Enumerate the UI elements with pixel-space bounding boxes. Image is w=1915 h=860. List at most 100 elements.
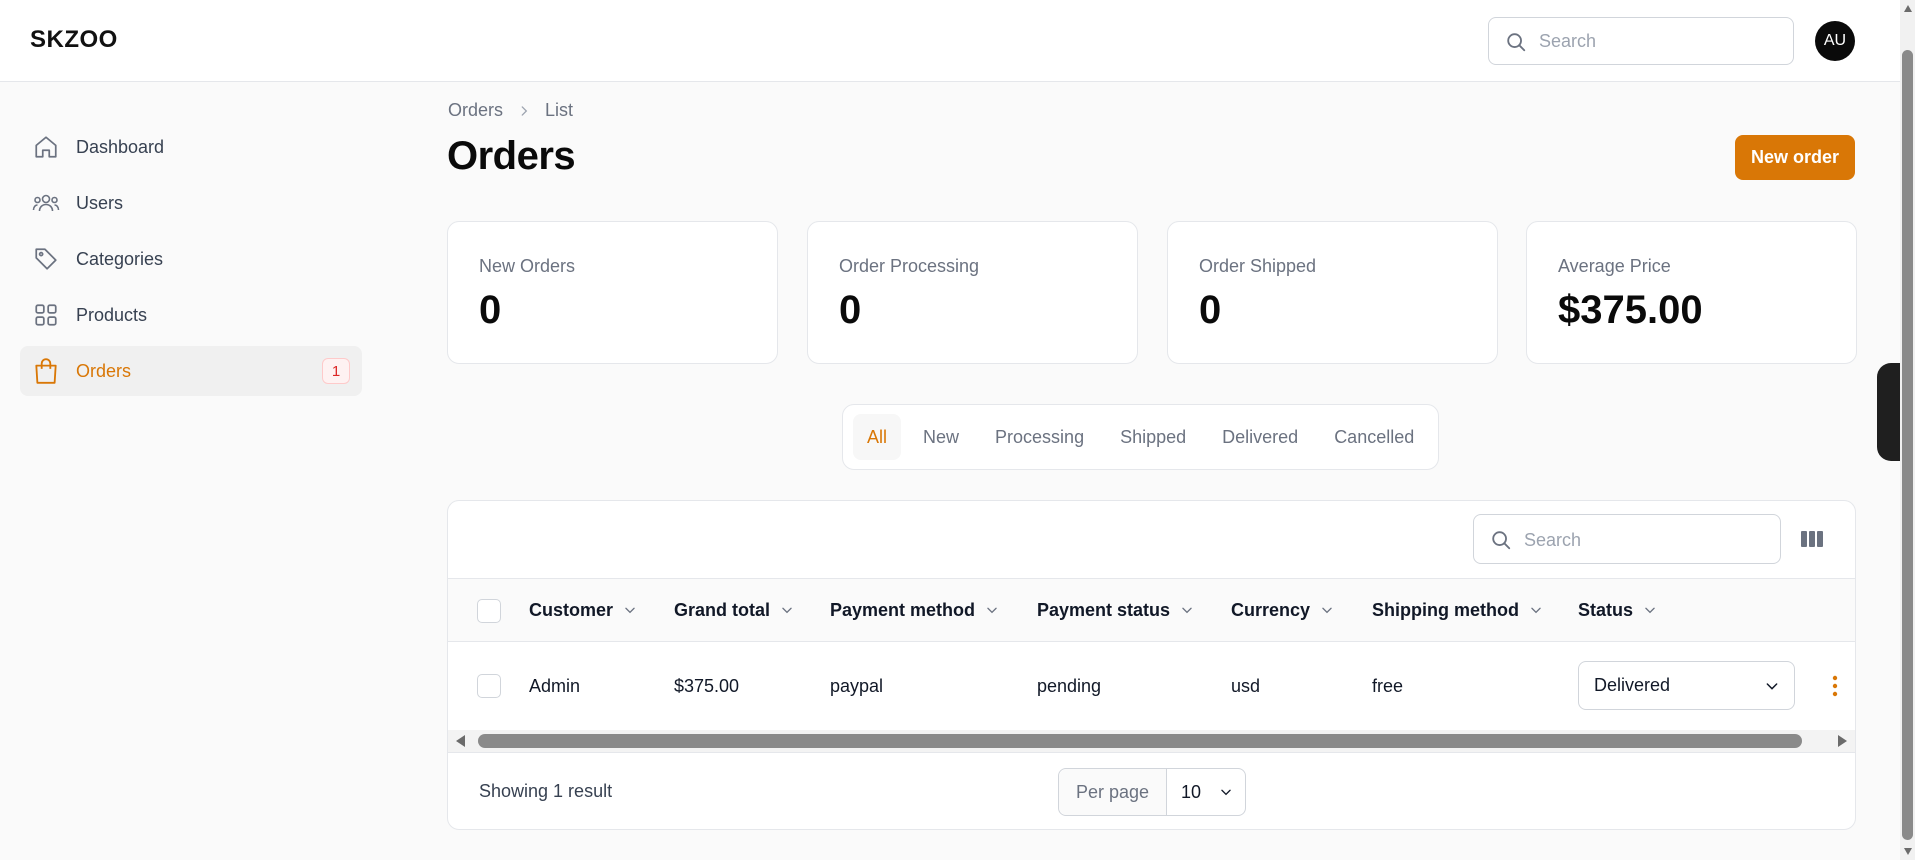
column-header-shipping-method[interactable]: Shipping method — [1372, 579, 1543, 641]
horizontal-scrollbar[interactable] — [448, 730, 1855, 752]
sidebar-item-users[interactable]: Users — [20, 178, 362, 228]
column-label: Status — [1578, 599, 1634, 620]
orders-table-card: Customer Grand total Payment method Paym… — [447, 500, 1856, 830]
page-scrollbar[interactable] — [1900, 0, 1915, 860]
cell-currency: usd — [1231, 675, 1261, 696]
chevron-down-icon — [1180, 603, 1194, 617]
breadcrumb: Orders List — [448, 100, 573, 121]
column-header-customer[interactable]: Customer — [529, 579, 637, 641]
sidebar-item-label: Users — [76, 192, 124, 213]
chevron-down-icon — [780, 603, 794, 617]
new-order-button[interactable]: New order — [1735, 135, 1855, 180]
sidebar-item-label: Dashboard — [76, 136, 165, 157]
table-row[interactable]: Admin $375.00 paypal pending usd free De… — [448, 642, 1855, 730]
shopping-bag-icon — [32, 357, 60, 385]
sidebar-item-dashboard[interactable]: Dashboard — [20, 122, 362, 172]
stat-card-new-orders: New Orders 0 — [447, 221, 778, 364]
floating-side-tab[interactable] — [1877, 363, 1900, 461]
stat-card-order-processing: Order Processing 0 — [807, 221, 1138, 364]
stat-label: Average Price — [1558, 256, 1671, 276]
page-title: Orders — [447, 134, 576, 178]
stat-card-average-price: Average Price $375.00 — [1526, 221, 1857, 364]
stat-label: New Orders — [479, 256, 576, 276]
scroll-right-icon[interactable] — [1835, 734, 1849, 748]
stat-value: 0 — [839, 288, 862, 332]
column-header-grand-total[interactable]: Grand total — [674, 579, 794, 641]
chevron-down-icon — [623, 603, 637, 617]
tab-shipped[interactable]: Shipped — [1106, 414, 1200, 460]
stat-label: Order Shipped — [1199, 256, 1317, 276]
chevron-down-icon — [1320, 603, 1334, 617]
column-label: Grand total — [674, 599, 771, 620]
chevron-down-icon — [1764, 678, 1780, 694]
columns-icon — [1801, 531, 1823, 547]
row-actions-button[interactable] — [1823, 674, 1847, 698]
chevron-down-icon — [985, 603, 999, 617]
column-label: Payment method — [830, 599, 976, 620]
table-search-input[interactable] — [1524, 527, 1764, 553]
stat-value: $375.00 — [1558, 288, 1703, 332]
per-page-label: Per page — [1059, 769, 1167, 815]
user-avatar[interactable]: AU — [1815, 21, 1855, 61]
cell-payment-status: pending — [1037, 675, 1102, 696]
table-footer: Showing 1 result Per page 10 — [448, 752, 1855, 829]
column-label: Payment status — [1037, 599, 1171, 620]
column-header-payment-method[interactable]: Payment method — [830, 579, 999, 641]
more-vertical-icon — [1832, 675, 1838, 697]
result-count: Showing 1 result — [479, 781, 613, 801]
column-header-currency[interactable]: Currency — [1231, 579, 1334, 641]
global-search[interactable] — [1488, 17, 1794, 65]
per-page-select[interactable]: 10 — [1167, 769, 1245, 815]
table-search[interactable] — [1473, 514, 1781, 564]
per-page-control: Per page 10 — [1058, 768, 1246, 816]
search-icon — [1507, 33, 1526, 52]
select-all-checkbox[interactable] — [477, 599, 501, 623]
sidebar-item-label: Orders — [76, 360, 132, 381]
tab-all[interactable]: All — [853, 414, 902, 460]
column-header-status[interactable]: Status — [1578, 579, 1657, 641]
page-scrollbar-thumb[interactable] — [1902, 50, 1913, 840]
toggle-columns-button[interactable] — [1796, 523, 1828, 555]
column-label: Shipping method — [1372, 599, 1519, 620]
horizontal-scrollbar-thumb[interactable] — [478, 734, 1802, 748]
scroll-up-icon[interactable] — [1903, 4, 1913, 14]
sidebar-item-label: Products — [76, 304, 148, 325]
row-select-checkbox[interactable] — [477, 674, 501, 698]
status-select-value: Delivered — [1594, 675, 1671, 695]
tag-icon — [32, 245, 60, 273]
sidebar-item-orders[interactable]: Orders 1 — [20, 346, 362, 396]
column-label: Customer — [529, 599, 614, 620]
stat-label: Order Processing — [839, 256, 980, 276]
tab-processing[interactable]: Processing — [981, 414, 1098, 460]
per-page-value: 10 — [1181, 781, 1202, 802]
users-icon — [32, 189, 60, 217]
column-header-payment-status[interactable]: Payment status — [1037, 579, 1194, 641]
order-status-tabs: All New Processing Shipped Delivered Can… — [842, 404, 1440, 470]
cell-customer: Admin — [529, 675, 581, 696]
tab-cancelled[interactable]: Cancelled — [1320, 414, 1428, 460]
tab-new[interactable]: New — [909, 414, 973, 460]
scroll-left-icon[interactable] — [454, 734, 468, 748]
sidebar-item-products[interactable]: Products — [20, 290, 362, 340]
home-icon — [32, 133, 60, 161]
grid-icon — [32, 301, 60, 329]
orders-count-badge: 1 — [322, 358, 350, 384]
chevron-right-icon — [517, 104, 531, 118]
breadcrumb-orders-link[interactable]: Orders — [448, 100, 503, 121]
stat-value: 0 — [1199, 288, 1222, 332]
table-header: Customer Grand total Payment method Paym… — [448, 578, 1855, 642]
status-select[interactable]: Delivered — [1578, 661, 1795, 710]
chevron-down-icon — [1219, 785, 1233, 799]
tab-delivered[interactable]: Delivered — [1208, 414, 1312, 460]
global-search-input[interactable] — [1539, 28, 1779, 54]
sidebar-item-categories[interactable]: Categories — [20, 234, 362, 284]
brand-logo[interactable]: SKZOO — [30, 26, 118, 54]
top-bar: SKZOO AU — [0, 0, 1900, 82]
sidebar: Dashboard Users Categories Products Orde… — [20, 122, 362, 402]
chevron-down-icon — [1529, 603, 1543, 617]
scroll-down-icon[interactable] — [1903, 846, 1913, 856]
stat-value: 0 — [479, 288, 502, 332]
cell-payment-method: paypal — [830, 675, 884, 696]
cell-shipping-method: free — [1372, 675, 1404, 696]
cell-grand-total: $375.00 — [674, 675, 740, 696]
